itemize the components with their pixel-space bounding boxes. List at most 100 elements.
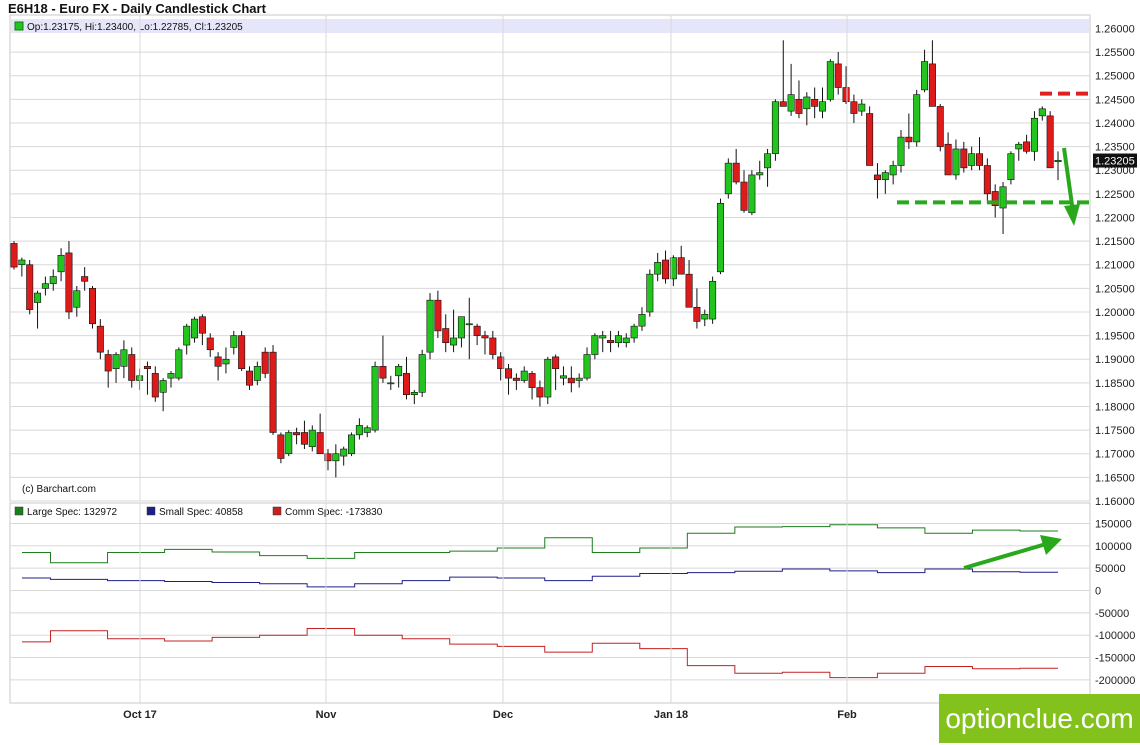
candle-up <box>348 434 356 455</box>
candle-down <box>88 288 96 325</box>
y-tick-label: 1.16500 <box>1095 472 1135 484</box>
candle-up <box>638 314 646 327</box>
candle-down <box>528 373 536 388</box>
candle-up <box>57 254 65 273</box>
candle-up <box>559 375 567 379</box>
candle-up <box>999 186 1007 209</box>
candle-up <box>826 61 834 100</box>
candle-up <box>230 335 238 348</box>
y-tick-label: 1.25000 <box>1095 71 1135 83</box>
candle-up <box>1007 153 1015 180</box>
candle-up <box>18 259 26 266</box>
y-tick-label: 1.18500 <box>1095 378 1135 390</box>
candle-down <box>489 337 497 355</box>
candle-down <box>505 368 513 379</box>
candle-up <box>371 366 379 431</box>
candle-down <box>473 325 481 336</box>
cot-y-tick-label: -50000 <box>1095 608 1129 620</box>
candle-up <box>395 366 403 377</box>
x-tick-label: Oct 17 <box>123 709 157 721</box>
candle-up <box>285 432 293 455</box>
candle-down <box>481 335 489 339</box>
candle-up <box>881 172 889 180</box>
legend-swatch <box>14 506 24 516</box>
cot-y-tick-label: -150000 <box>1095 653 1135 665</box>
candle-up <box>426 299 434 353</box>
cot-y-tick-label: 100000 <box>1095 541 1132 553</box>
x-tick-label: Feb <box>837 709 857 721</box>
ohlc-info-label: Op:1.23175, Hi:1.23400, Lo:1.22785, Cl:1… <box>27 22 243 33</box>
last-price-label: 1.23205 <box>1095 156 1135 168</box>
candle-up <box>418 354 426 393</box>
y-tick-label: 1.17000 <box>1095 449 1135 461</box>
candle-down <box>512 377 520 381</box>
candle-down <box>1046 115 1054 169</box>
candle-down <box>442 328 450 343</box>
candle-up <box>748 174 756 214</box>
candle-down <box>693 306 701 322</box>
candle-down <box>198 316 206 334</box>
candle-up <box>465 323 473 326</box>
candle-down <box>151 373 159 398</box>
y-tick-label: 1.21500 <box>1095 236 1135 248</box>
candle-up <box>968 153 976 166</box>
candle-up <box>622 337 630 343</box>
y-tick-label: 1.22500 <box>1095 189 1135 201</box>
candle-up <box>1038 108 1046 117</box>
legend-label: Large Spec: 132972 <box>27 507 118 518</box>
candle-down <box>245 370 253 386</box>
candle-up <box>253 366 261 381</box>
candle-down <box>740 181 748 211</box>
candle-down <box>238 335 246 369</box>
candle-up <box>654 262 662 275</box>
candle-up <box>120 349 128 367</box>
candle-down <box>143 366 151 369</box>
candle-up <box>410 392 418 395</box>
info-bar-swatch <box>14 21 24 31</box>
y-tick-label: 1.17500 <box>1095 425 1135 437</box>
candle-up <box>183 325 191 346</box>
candle-up <box>222 358 230 365</box>
candle-down <box>873 174 881 180</box>
chart-svg: 1.16000 1.16500 1.17000 1.17500 1.18000 1.185… <box>9 14 1137 721</box>
price-pane: 1.16000 1.16500 1.17000 1.17500 1.18000 1.185… <box>9 14 1137 508</box>
candle-down <box>983 165 991 195</box>
cot-y-tick-label: 50000 <box>1095 563 1126 575</box>
x-tick-label: Nov <box>316 709 338 721</box>
candle-up <box>1015 143 1023 150</box>
candle-down <box>960 148 968 169</box>
candle-up <box>858 103 866 112</box>
candle-up <box>913 94 921 143</box>
candle-up <box>646 273 654 313</box>
candle-down <box>536 387 544 398</box>
candle-down <box>104 354 112 372</box>
y-tick-label: 1.26000 <box>1095 23 1135 35</box>
candle-down <box>936 106 944 147</box>
candle-up <box>41 283 49 289</box>
candle-up <box>450 337 458 346</box>
candle-down <box>293 432 301 436</box>
candle-down <box>976 153 984 166</box>
candle-down <box>567 377 575 384</box>
candle-down <box>928 63 936 107</box>
candle-up <box>457 316 465 339</box>
y-tick-label: 1.25500 <box>1095 47 1135 59</box>
candle-down <box>10 243 18 268</box>
candle-up <box>897 136 905 166</box>
candle-up <box>544 358 552 398</box>
candle-down <box>65 252 73 313</box>
candle-down <box>552 356 560 369</box>
legend-swatch <box>146 506 156 516</box>
candle-down <box>402 373 410 395</box>
y-tick-label: 1.20500 <box>1095 283 1135 295</box>
candle-up <box>73 290 81 308</box>
candle-down <box>662 259 670 280</box>
y-tick-label: 1.24500 <box>1095 94 1135 106</box>
candle-up <box>803 96 811 110</box>
y-tick-label: 1.22000 <box>1095 212 1135 224</box>
candle-down <box>944 143 952 176</box>
watermark-logo: optionclue.com <box>939 694 1140 743</box>
y-tick-label: 1.24000 <box>1095 118 1135 130</box>
candle-up <box>575 377 583 381</box>
cot-y-tick-label: -100000 <box>1095 630 1135 642</box>
